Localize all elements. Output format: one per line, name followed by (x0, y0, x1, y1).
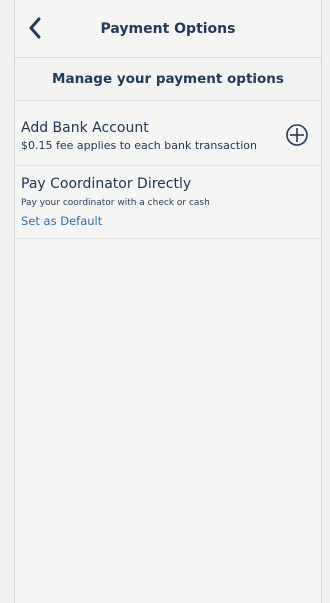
add-bank-account-row[interactable]: Add Bank Account $0.15 fee applies to ea… (15, 101, 321, 166)
pay-coordinator-description: Pay your coordinator with a check or cas… (21, 198, 210, 208)
back-button[interactable] (23, 14, 47, 42)
add-bank-account-button[interactable] (285, 123, 309, 147)
payment-options-screen: Payment Options Manage your payment opti… (14, 0, 322, 603)
pay-coordinator-title: Pay Coordinator Directly (21, 176, 192, 192)
set-as-default-link[interactable]: Set as Default (21, 214, 102, 228)
pay-coordinator-row: Pay Coordinator Directly Pay your coordi… (15, 166, 321, 239)
plus-circle-icon (286, 124, 308, 146)
page-title: Payment Options (100, 20, 236, 37)
bank-fee-note: $0.15 fee applies to each bank transacti… (21, 139, 257, 152)
header: Payment Options (15, 0, 321, 58)
add-bank-account-title: Add Bank Account (21, 120, 149, 136)
section-heading: Manage your payment options (15, 58, 321, 101)
chevron-left-icon (29, 17, 41, 39)
